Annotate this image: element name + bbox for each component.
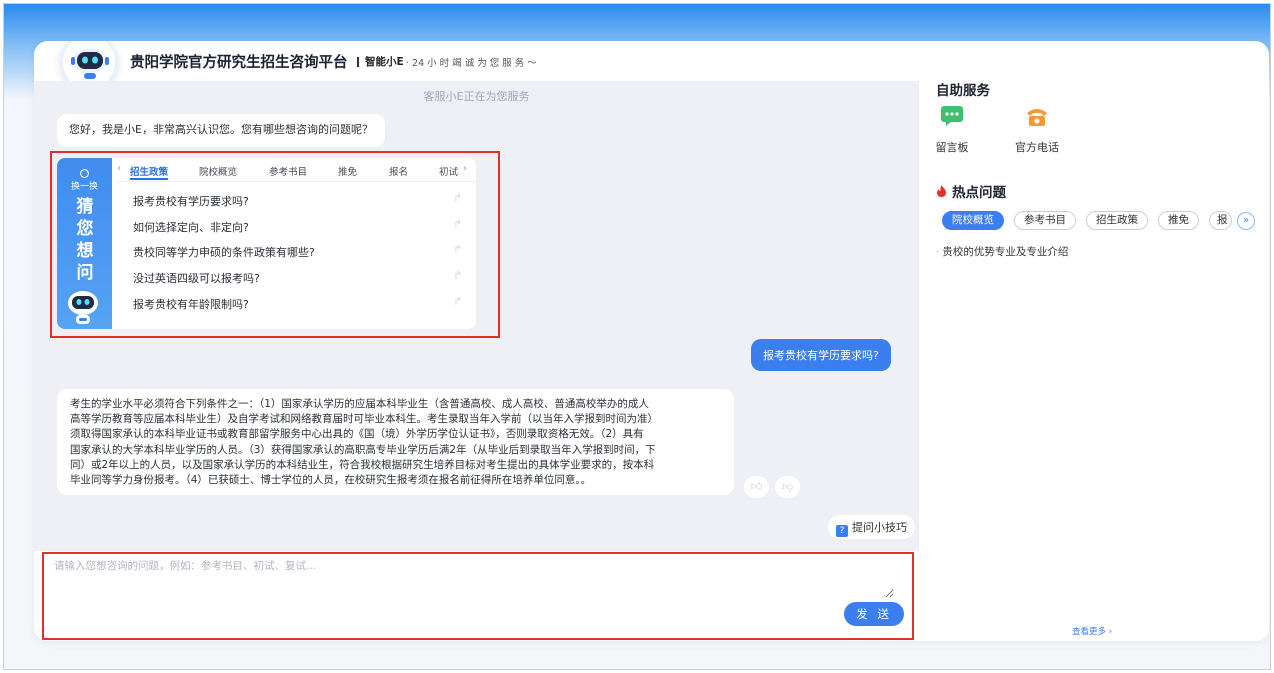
input-highlight-box: 发 送 — [42, 552, 914, 640]
answer-line: 考生的学业水平必须符合下列条件之一：（1）国家承认学历的应届本科毕业生（含普通高… — [70, 398, 649, 410]
bullet-icon: · — [936, 246, 940, 258]
chevron-right-icon: › — [1106, 627, 1113, 637]
answer-line: 高等学历教育等应届本科毕业生）及自学考试和网络教育届时可毕业本科生。考生录取当年… — [70, 413, 658, 426]
guess-question-2[interactable]: 如何选择定向、非定向? — [133, 219, 249, 235]
user-message-bubble: 报考贵校有学历要求吗? — [751, 339, 891, 371]
hot-tab-registration[interactable]: 报 — [1209, 211, 1232, 230]
mini-robot-icon — [68, 291, 98, 324]
guess-highlight-box: 换一换 猜您想问 ‹ 招生政策 院校概览 参考书目 推免 报名 初试 › 报考贵… — [50, 151, 500, 338]
hot-tab-admission-policy[interactable]: 招生政策 — [1086, 211, 1148, 230]
self-service-title: 自助服务 — [936, 83, 990, 99]
answer-line: 毕业同等学力身份报考。（4）已获硕士、博士学位的人员，在校研究生报考须在报名前征… — [70, 474, 592, 487]
guess-card: 换一换 猜您想问 ‹ 招生政策 院校概览 参考书目 推免 报名 初试 › 报考贵… — [57, 158, 476, 329]
refresh-icon[interactable] — [79, 168, 90, 179]
service-label: 留言板 — [935, 141, 969, 154]
share-arrow-icon[interactable]: ↱ — [453, 192, 462, 205]
message-board-icon — [941, 106, 963, 126]
see-more-label: 查看更多 — [1072, 627, 1107, 637]
answer-line: 同）或2年以上的人员，以及国家承认学历的本科结业生，符合我校根据研究生培养目标对… — [70, 458, 655, 471]
hot-questions-title: 热点问题 — [952, 185, 1006, 201]
right-panel: 自助服务 留言板 官方电话 热点问题 院校概览 参考书目 招生政策 推免 报 »… — [919, 41, 1269, 641]
header: 贵阳学院官方研究生招生咨询平台 智能小E · 24 小 时 竭 诚 为 您 服 … — [34, 41, 919, 91]
thumbs-down-icon[interactable]: 👎︎ — [775, 476, 800, 498]
thumbs-up-icon[interactable]: 👍︎ — [744, 476, 769, 498]
tab-reference-books[interactable]: 参考书目 — [269, 164, 307, 178]
guess-question-3[interactable]: 贵校同等学力申硕的条件政策有哪些? — [133, 244, 315, 260]
tab-recommendation[interactable]: 推免 — [338, 164, 357, 178]
hot-question-label: 贵校的优势专业及专业介绍 — [942, 246, 1069, 258]
guess-sidebar: 换一换 猜您想问 — [57, 158, 112, 329]
send-button[interactable]: 发 送 — [844, 602, 904, 626]
share-arrow-icon[interactable]: ↱ — [453, 295, 462, 308]
tab-school-overview[interactable]: 院校概览 — [199, 164, 237, 178]
tab-admission-policy[interactable]: 招生政策 — [130, 164, 168, 178]
tips-label: 提问小技巧 — [852, 521, 907, 534]
see-more-link[interactable]: 查看更多 › — [1072, 625, 1112, 637]
bot-answer-bubble: 考生的学业水平必须符合下列条件之一：（1）国家承认学历的应届本科毕业生（含普通高… — [57, 389, 734, 496]
tagline: · 24 小 时 竭 诚 为 您 服 务 ～ — [406, 58, 537, 69]
guess-tabs: ‹ 招生政策 院校概览 参考书目 推免 报名 初试 › — [117, 158, 476, 182]
question-input[interactable] — [54, 558, 894, 598]
chat-panel[interactable]: 客服小E正在为您服务 您好，我是小E，非常高兴认识您。您有哪些想咨询的问题呢？ … — [34, 81, 919, 551]
guess-question-5[interactable]: 报考贵校有年龄限制吗? — [133, 296, 249, 312]
share-arrow-icon[interactable]: ↱ — [453, 243, 462, 256]
title-separator — [357, 57, 359, 67]
app-frame: 贵阳学院官方研究生招生咨询平台 智能小E · 24 小 时 竭 诚 为 您 服 … — [3, 3, 1271, 670]
double-chevron-right-icon[interactable]: » — [1237, 212, 1255, 230]
bot-greeting-bubble: 您好，我是小E，非常高兴认识您。您有哪些想咨询的问题呢？ — [57, 114, 385, 147]
robot-avatar-icon — [71, 48, 109, 79]
tab-next-icon[interactable]: › — [463, 163, 467, 174]
main-card: 贵阳学院官方研究生招生咨询平台 智能小E · 24 小 时 竭 诚 为 您 服 … — [34, 41, 1269, 641]
site-title: 贵阳学院官方研究生招生咨询平台 — [130, 55, 348, 71]
hot-tab-recommendation[interactable]: 推免 — [1158, 211, 1199, 230]
guess-question-1[interactable]: 报考贵校有学历要求吗? — [133, 193, 249, 209]
answer-line: 须取得国家承认的本科毕业证书或教育部留学服务中心出具的《国（境）外学历学位认证书… — [70, 428, 644, 441]
tab-registration[interactable]: 报名 — [389, 164, 408, 178]
fire-icon — [937, 185, 946, 197]
tab-preliminary-exam[interactable]: 初试 — [439, 164, 459, 178]
chat-status: 客服小E正在为您服务 — [423, 90, 530, 103]
share-arrow-icon[interactable]: ↱ — [453, 218, 462, 231]
question-tips-button[interactable]: ? 提问小技巧 — [828, 515, 915, 539]
active-tab-underline — [130, 178, 168, 180]
guess-title: 猜您想问 — [76, 197, 94, 283]
brand-name: 智能小E — [365, 56, 404, 68]
tab-prev-icon[interactable]: ‹ — [117, 163, 121, 174]
hot-tab-reference-books[interactable]: 参考书目 — [1014, 211, 1076, 230]
phone-icon — [1027, 109, 1047, 126]
service-label: 官方电话 — [1015, 141, 1059, 154]
hot-question-item[interactable]: · 贵校的优势专业及专业介绍 — [936, 244, 1068, 259]
hot-tab-school-overview[interactable]: 院校概览 — [942, 211, 1004, 230]
answer-line: 国家承认的大学本科毕业学历的人员。（3）获得国家承认的高职高专毕业学历后满2年（… — [70, 443, 656, 456]
guess-question-4[interactable]: 没过英语四级可以报考吗? — [133, 270, 260, 286]
question-mark-icon: ? — [836, 525, 848, 537]
share-arrow-icon[interactable]: ↱ — [453, 269, 462, 282]
refresh-button[interactable]: 换一换 — [57, 179, 112, 192]
